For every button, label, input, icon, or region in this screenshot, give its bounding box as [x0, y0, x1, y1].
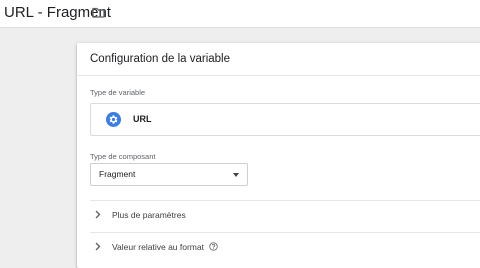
- format-value-label: Valeur relative au format: [112, 242, 204, 252]
- top-bar: URL - Fragment: [0, 0, 480, 28]
- variable-type-value: URL: [133, 114, 152, 124]
- component-type-label: Type de composant: [90, 152, 156, 161]
- help-icon[interactable]: [209, 242, 218, 251]
- more-settings-expander[interactable]: Plus de paramètres: [90, 202, 480, 228]
- component-type-value: Fragment: [99, 169, 136, 179]
- variable-type-box[interactable]: URL: [90, 103, 480, 136]
- divider: [90, 232, 480, 233]
- divider: [90, 200, 480, 201]
- chevron-right-icon: [95, 242, 101, 251]
- variable-type-label: Type de variable: [90, 88, 146, 97]
- variable-configuration-card: Configuration de la variable Type de var…: [77, 43, 480, 268]
- folder-icon[interactable]: [92, 7, 105, 18]
- component-type-select[interactable]: Fragment: [90, 163, 248, 186]
- chevron-right-icon: [95, 210, 101, 219]
- more-settings-label: Plus de paramètres: [112, 210, 186, 220]
- gear-icon: [106, 112, 121, 127]
- card-title: Configuration de la variable: [90, 53, 231, 65]
- card-header: Configuration de la variable: [77, 43, 480, 76]
- format-value-expander[interactable]: Valeur relative au format: [90, 234, 480, 260]
- caret-down-icon: [233, 173, 239, 177]
